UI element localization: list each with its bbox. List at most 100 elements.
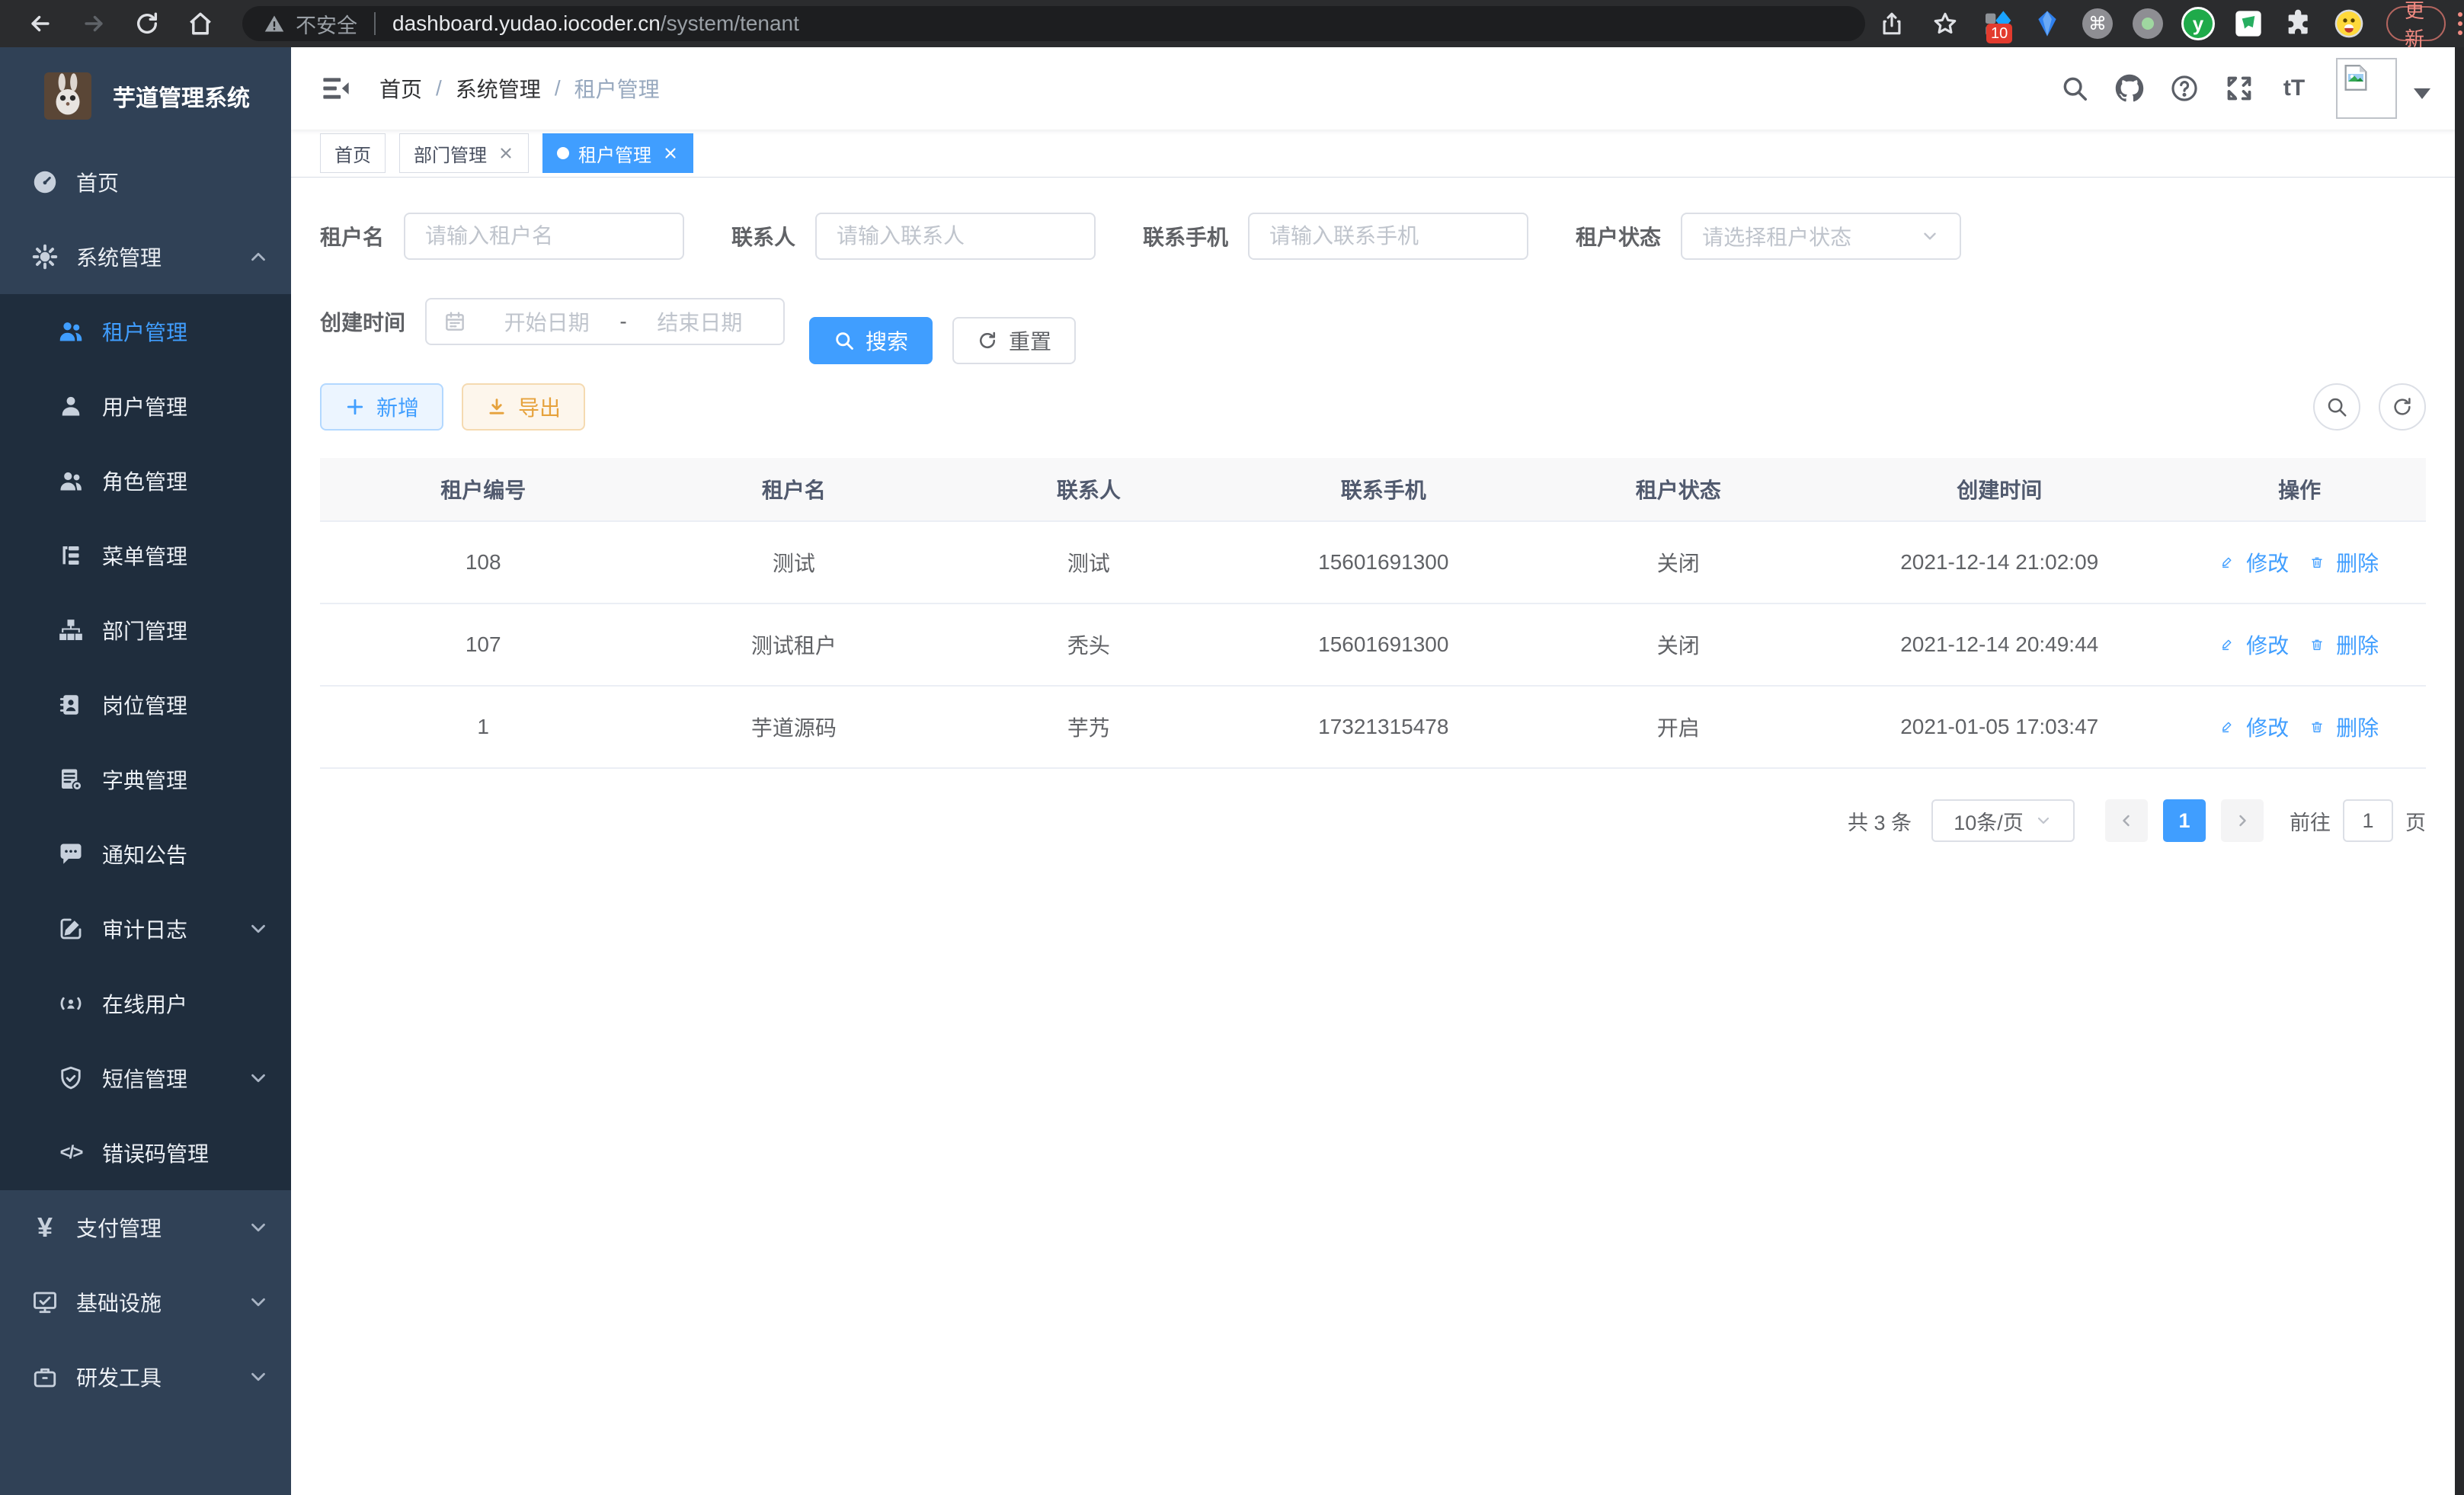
pagination: 共 3 条 10条/页 1 前往 页 [320, 799, 2426, 842]
breadcrumb-home[interactable]: 首页 [379, 73, 422, 104]
tenant-name-input[interactable] [404, 213, 684, 260]
edit-link[interactable]: 修改 [2220, 712, 2289, 742]
sidebar-item-user[interactable]: 用户管理 [0, 369, 291, 443]
toggle-search-button[interactable] [2313, 383, 2360, 431]
extensions-puzzle-icon[interactable] [2282, 7, 2315, 40]
sidebar-item-role[interactable]: 角色管理 [0, 443, 291, 518]
forward-icon[interactable] [78, 8, 109, 39]
sidebar-item-audit-log[interactable]: 审计日志 [0, 892, 291, 966]
date-separator: - [619, 309, 626, 334]
date-range-picker[interactable]: 开始日期 - 结束日期 [425, 298, 785, 345]
next-page-button[interactable] [2221, 799, 2264, 842]
edit-link[interactable]: 修改 [2220, 547, 2289, 578]
sidebar-item-system[interactable]: 系统管理 [0, 219, 291, 294]
sidebar-item-dept[interactable]: 部门管理 [0, 593, 291, 667]
delete-link[interactable]: 删除 [2310, 629, 2379, 660]
total-count: 共 3 条 [1848, 806, 1912, 836]
kebab-menu-icon[interactable] [2458, 8, 2462, 39]
filter-row-2: 创建时间 开始日期 - 结束日期 搜索 重置 [320, 298, 2426, 383]
mobile-input[interactable] [1248, 213, 1528, 260]
tab-tenant[interactable]: 租户管理 [542, 133, 693, 173]
sidebar-logo[interactable]: 芋道管理系统 [0, 47, 291, 145]
reset-button[interactable]: 重置 [952, 317, 1076, 364]
github-icon[interactable] [2114, 72, 2146, 104]
help-icon[interactable] [2168, 72, 2200, 104]
extension-gem-icon[interactable] [2030, 7, 2064, 40]
sidebar-item-sms[interactable]: 短信管理 [0, 1041, 291, 1116]
home-icon[interactable] [185, 8, 216, 39]
delete-link[interactable]: 删除 [2310, 712, 2379, 742]
close-icon[interactable] [662, 145, 679, 162]
sidebar-fold-icon[interactable] [320, 72, 352, 104]
update-button[interactable]: 更新 [2386, 6, 2446, 41]
reset-button-label: 重置 [1009, 325, 1051, 356]
sidebar-item-label: 错误码管理 [102, 1138, 209, 1168]
sidebar-item-label: 租户管理 [102, 316, 187, 347]
sidebar-item-notice[interactable]: 通知公告 [0, 817, 291, 892]
address-bar[interactable]: 不安全 dashboard.yudao.iocoder.cn /system/t… [242, 6, 1865, 41]
sidebar-item-home[interactable]: 首页 [0, 145, 291, 219]
sidebar-item-label: 部门管理 [102, 615, 187, 645]
devtools-briefcase-icon [30, 1362, 59, 1391]
refresh-table-button[interactable] [2379, 383, 2426, 431]
extension-pin-layout-icon[interactable]: 10 [1980, 7, 2014, 40]
status-label: 租户状态 [1576, 221, 1661, 251]
chevron-up-icon [247, 245, 270, 268]
extension-chat-icon[interactable] [2232, 7, 2265, 40]
breadcrumb-separator: / [436, 76, 442, 101]
extension-record-icon[interactable] [2131, 7, 2165, 40]
error-code-icon [56, 1138, 85, 1167]
delete-link[interactable]: 删除 [2310, 547, 2379, 578]
prev-page-button[interactable] [2105, 799, 2148, 842]
sidebar-item-menu[interactable]: 菜单管理 [0, 518, 291, 593]
profile-avatar-emoji[interactable] [2332, 7, 2366, 40]
refresh-icon[interactable] [132, 8, 162, 39]
cell-created: 2021-01-05 17:03:47 [1826, 686, 2173, 768]
edit-link[interactable]: 修改 [2220, 629, 2289, 660]
export-button[interactable]: 导出 [462, 383, 585, 431]
sidebar-item-infra[interactable]: 基础设施 [0, 1265, 291, 1340]
avatar[interactable] [2336, 58, 2397, 119]
fullscreen-icon[interactable] [2223, 72, 2255, 104]
tab-dept[interactable]: 部门管理 [399, 133, 529, 173]
post-badge-icon [56, 690, 85, 719]
page-scrollbar[interactable] [2455, 47, 2464, 1495]
goto-page-input[interactable] [2343, 799, 2393, 842]
sidebar-item-pay[interactable]: 支付管理 [0, 1190, 291, 1265]
sidebar-item-error-code[interactable]: 错误码管理 [0, 1116, 291, 1190]
add-button[interactable]: 新增 [320, 383, 443, 431]
cell-id: 108 [320, 521, 646, 603]
status-select[interactable]: 请选择租户状态 [1681, 213, 1961, 260]
share-icon[interactable] [1877, 8, 1907, 39]
dict-book-icon [56, 765, 85, 794]
extension-command-icon[interactable] [2081, 7, 2114, 40]
sidebar-item-label: 短信管理 [102, 1063, 187, 1093]
extension-y-icon[interactable] [2181, 7, 2215, 40]
user-dropdown-caret-icon[interactable] [2414, 88, 2430, 99]
bookmark-star-icon[interactable] [1930, 8, 1960, 39]
chevron-down-icon [247, 1067, 270, 1090]
tab-home[interactable]: 首页 [320, 133, 386, 173]
filter-contact: 联系人 [731, 213, 1096, 260]
page-number-current[interactable]: 1 [2163, 799, 2206, 842]
tenant-table: 租户编号 租户名 联系人 联系手机 租户状态 创建时间 操作 108测试测试15… [320, 458, 2426, 769]
contact-input[interactable] [815, 213, 1096, 260]
export-button-label: 导出 [518, 392, 561, 422]
sidebar-item-dict[interactable]: 字典管理 [0, 742, 291, 817]
sidebar-item-online-users[interactable]: 在线用户 [0, 966, 291, 1041]
breadcrumb-system[interactable]: 系统管理 [456, 73, 541, 104]
font-size-icon[interactable] [2278, 72, 2310, 104]
search-icon[interactable] [2059, 72, 2091, 104]
close-icon[interactable] [498, 145, 514, 162]
back-icon[interactable] [25, 8, 56, 39]
navbar-actions [2036, 58, 2435, 119]
main-area: 首页 / 系统管理 / 租户管理 [291, 47, 2464, 1495]
calendar-icon [443, 310, 466, 333]
sidebar-item-devtools[interactable]: 研发工具 [0, 1340, 291, 1414]
sidebar-item-label: 支付管理 [76, 1212, 162, 1243]
search-button[interactable]: 搜索 [809, 317, 933, 364]
page-size-select[interactable]: 10条/页 [1931, 799, 2075, 842]
sidebar-item-tenant[interactable]: 租户管理 [0, 294, 291, 369]
sidebar-item-post[interactable]: 岗位管理 [0, 667, 291, 742]
security-label[interactable]: 不安全 [296, 9, 357, 39]
